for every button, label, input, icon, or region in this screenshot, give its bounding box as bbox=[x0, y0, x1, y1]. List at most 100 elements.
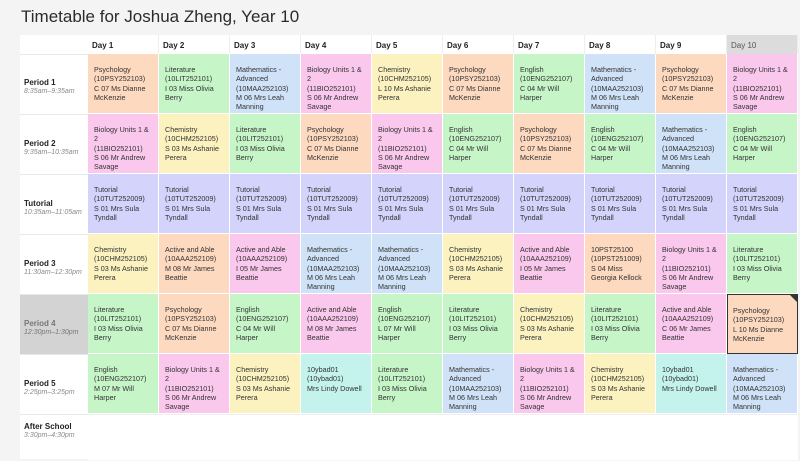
day-header-6[interactable]: Day 6 bbox=[443, 35, 514, 54]
class-cell[interactable]: 10ybad01 (10ybad01) Mrs Lindy Dowell bbox=[656, 354, 727, 414]
class-cell[interactable]: Mathematics - Advanced (10MAA252103) M 06 M… bbox=[443, 354, 514, 414]
class-cell[interactable]: Active and Able (10AAA252109) M 08 Mr Jame… bbox=[159, 234, 230, 294]
day-header-2[interactable]: Day 2 bbox=[159, 35, 230, 54]
class-cell[interactable]: Literature (10LIT252101) I 03 Miss Olivia B… bbox=[372, 354, 443, 414]
class-cell[interactable]: Chemistry (10CHM252105) S 03 Ms Ashanie Per… bbox=[443, 234, 514, 294]
class-detail: C 04 Mr Will bbox=[449, 143, 489, 153]
class-subject: English bbox=[733, 125, 757, 134]
class-cell[interactable]: English (10ENG252107) L 07 Mr Will Harper bbox=[372, 294, 443, 354]
class-cell[interactable]: English (10ENG252107) C 04 Mr Will Harper bbox=[230, 294, 301, 354]
class-cell[interactable]: Literature (10LIT252101) I 03 Miss Olivia B… bbox=[230, 114, 301, 174]
class-cell[interactable]: Mathematics - Advanced (10MAA252103) M 06 M… bbox=[727, 354, 798, 414]
class-detail: S 01 Mrs Sula bbox=[591, 203, 637, 213]
class-cell[interactable]: English (10ENG252107) C 04 Mr Will Harper bbox=[585, 114, 656, 174]
class-subject: Active and Able bbox=[662, 305, 712, 314]
class-cell[interactable]: Psychology (10PSY252103) C 07 Ms Dianne McK… bbox=[656, 54, 727, 114]
class-cell[interactable]: English (10ENG252107) C 04 Mr Will Harper bbox=[443, 114, 514, 174]
class-cell[interactable]: Literature (10LIT252101) I 03 Miss Olivia B… bbox=[159, 54, 230, 114]
class-cell[interactable]: Psychology (10PSY252103) C 07 Ms Dianne McK… bbox=[88, 54, 159, 114]
class-detail: (10CHM252105) bbox=[236, 374, 290, 384]
day-header-10[interactable]: Day 10 bbox=[727, 35, 798, 54]
class-cell[interactable]: English (10ENG252107) C 04 Mr Will Harper bbox=[727, 114, 798, 174]
class-cell[interactable]: Psychology (10PSY252103) L 10 Ms Dianne McK… bbox=[727, 294, 798, 354]
class-cell[interactable]: Biology Units 1 & 2 (11BIO252101) S 06 Mr A… bbox=[727, 54, 798, 114]
day-header-5[interactable]: Day 5 bbox=[372, 35, 443, 54]
class-detail: (10AAA252109) bbox=[662, 314, 714, 324]
class-cell[interactable]: Tutorial (10TUT252009) S 01 Mrs Sula Tyndal… bbox=[727, 174, 798, 234]
class-subject: Mathematics - bbox=[307, 245, 353, 254]
class-cell[interactable]: Active and Able (10AAA252109) C 06 Mr Jame… bbox=[656, 294, 727, 354]
day-header-1[interactable]: Day 1 bbox=[88, 35, 159, 54]
class-cell[interactable]: Chemistry (10CHM252105) S 03 Ms Ashanie Per… bbox=[159, 114, 230, 174]
after-school-cell bbox=[301, 414, 372, 460]
class-cell[interactable]: Tutorial (10TUT252009) S 01 Mrs Sula Tyndal… bbox=[301, 174, 372, 234]
class-cell[interactable]: Tutorial (10TUT252009) S 01 Mrs Sula Tyndal… bbox=[230, 174, 301, 234]
class-cell[interactable]: Biology Units 1 & 2 (11BIO252101) S 06 Mr A… bbox=[88, 114, 159, 174]
class-detail: Berry bbox=[449, 332, 467, 342]
class-detail: C 07 Ms Dianne bbox=[449, 83, 501, 93]
class-cell[interactable]: Mathematics - Advanced (10MAA252103) M 06 M… bbox=[372, 234, 443, 294]
class-cell[interactable]: Tutorial (10TUT252009) S 01 Mrs Sula Tyndal… bbox=[585, 174, 656, 234]
day-header-3[interactable]: Day 3 bbox=[230, 35, 301, 54]
class-cell[interactable]: Tutorial (10TUT252009) S 01 Mrs Sula Tyndal… bbox=[514, 174, 585, 234]
class-cell[interactable]: Mathematics - Advanced (10MAA252103) M 06 M… bbox=[656, 114, 727, 174]
after-school-cell bbox=[88, 414, 159, 460]
class-detail: Perera bbox=[520, 332, 542, 342]
class-subject: Chemistry bbox=[165, 125, 198, 134]
class-cell[interactable]: Literature (10LIT252101) I 03 Miss Olivia B… bbox=[88, 294, 159, 354]
class-cell[interactable]: Active and Able (10AAA252109) I 05 Mr Jame… bbox=[230, 234, 301, 294]
class-cell[interactable]: Chemistry (10CHM252105) S 03 Ms Ashanie Per… bbox=[514, 294, 585, 354]
class-cell[interactable]: Literature (10LIT252101) I 03 Miss Olivia B… bbox=[443, 294, 514, 354]
class-cell[interactable]: Literature (10LIT252101) I 03 Miss Olivia B… bbox=[585, 294, 656, 354]
class-cell[interactable]: Mathematics - Advanced (10MAA252103) M 06 M… bbox=[585, 54, 656, 114]
class-cell[interactable]: Mathematics - Advanced (10MAA252103) M 06 M… bbox=[301, 234, 372, 294]
class-cell[interactable]: Psychology (10PSY252103) C 07 Ms Dianne McK… bbox=[159, 294, 230, 354]
class-cell[interactable]: Chemistry (10CHM252105) S 03 Ms Ashanie Per… bbox=[585, 354, 656, 414]
class-detail: Beattie bbox=[662, 332, 685, 342]
class-detail: Beattie bbox=[165, 272, 188, 282]
class-cell[interactable]: Psychology (10PSY252103) C 07 Ms Dianne McK… bbox=[514, 114, 585, 174]
period-label: Period 3 11:30am–12:30pm bbox=[20, 234, 88, 294]
class-cell[interactable]: Literature (10LIT252101) I 03 Miss Olivia B… bbox=[727, 234, 798, 294]
class-detail: Beattie bbox=[520, 272, 543, 282]
class-cell[interactable]: Tutorial (10TUT252009) S 01 Mrs Sula Tyndal… bbox=[88, 174, 159, 234]
class-cell[interactable]: Biology Units 1 & 2 (11BIO252101) S 06 Mr A… bbox=[159, 354, 230, 414]
class-cell[interactable]: Psychology (10PSY252103) C 07 Ms Dianne McK… bbox=[301, 114, 372, 174]
class-cell[interactable]: Tutorial (10TUT252009) S 01 Mrs Sula Tyndal… bbox=[372, 174, 443, 234]
class-cell[interactable]: English (10ENG252107) C 04 Mr Will Harper bbox=[514, 54, 585, 114]
day-header-4[interactable]: Day 4 bbox=[301, 35, 372, 54]
class-cell[interactable]: Biology Units 1 & 2 (11BIO252101) S 06 Mr A… bbox=[372, 114, 443, 174]
class-cell[interactable]: Tutorial (10TUT252009) S 01 Mrs Sula Tyndal… bbox=[443, 174, 514, 234]
day-header-9[interactable]: Day 9 bbox=[656, 35, 727, 54]
class-cell[interactable]: Biology Units 1 & 2 (11BIO252101) S 06 Mr A… bbox=[301, 54, 372, 114]
timetable-page: Timetable for Joshua Zheng, Year 10 Day … bbox=[0, 0, 800, 461]
class-cell[interactable]: Tutorial (10TUT252009) S 01 Mrs Sula Tyndal… bbox=[159, 174, 230, 234]
class-subject: Psychology bbox=[662, 65, 699, 74]
day-header-8[interactable]: Day 8 bbox=[585, 35, 656, 54]
class-subject: Mathematics - bbox=[662, 125, 708, 134]
class-subject: English bbox=[94, 365, 118, 374]
class-cell[interactable]: Mathematics - Advanced (10MAA252103) M 06 M… bbox=[230, 54, 301, 114]
class-cell[interactable]: Active and Able (10AAA252109) I 05 Mr Jame… bbox=[514, 234, 585, 294]
class-cell[interactable]: Psychology (10PSY252103) C 07 Ms Dianne McK… bbox=[443, 54, 514, 114]
class-detail: Advanced bbox=[662, 134, 694, 144]
class-subject: Tutorial bbox=[236, 185, 260, 194]
class-detail: Perera bbox=[165, 152, 187, 162]
class-detail: (10TUT252009) bbox=[591, 194, 642, 204]
class-detail: Savage bbox=[165, 402, 190, 412]
class-cell[interactable]: Biology Units 1 & 2 (11BIO252101) S 06 Mr A… bbox=[656, 234, 727, 294]
class-cell[interactable]: Tutorial (10TUT252009) S 01 Mrs Sula Tyndal… bbox=[656, 174, 727, 234]
class-cell[interactable]: Chemistry (10CHM252105) L 10 Ms Ashanie Per… bbox=[372, 54, 443, 114]
class-cell[interactable]: 10PST25100 (10PST251009) S 04 Miss Georgia … bbox=[585, 234, 656, 294]
class-cell[interactable]: Chemistry (10CHM252105) S 03 Ms Ashanie Per… bbox=[88, 234, 159, 294]
day-header-7[interactable]: Day 7 bbox=[514, 35, 585, 54]
class-cell[interactable]: Chemistry (10CHM252105) S 03 Ms Ashanie Per… bbox=[230, 354, 301, 414]
class-detail: Mrs Lindy Dowell bbox=[307, 383, 362, 393]
class-detail: Manning bbox=[236, 102, 264, 112]
class-cell[interactable]: English (10ENG252107) M 07 Mr Will Harper bbox=[88, 354, 159, 414]
class-detail: 2 bbox=[94, 134, 98, 144]
class-cell[interactable]: 10ybad01 (10ybad01) Mrs Lindy Dowell bbox=[301, 354, 372, 414]
period-label: Period 1 8:35am–9:35am bbox=[20, 54, 88, 114]
class-cell[interactable]: Biology Units 1 & 2 (11BIO252101) S 06 Mr A… bbox=[514, 354, 585, 414]
class-cell[interactable]: Active and Able (10AAA252109) M 08 Mr Jame… bbox=[301, 294, 372, 354]
